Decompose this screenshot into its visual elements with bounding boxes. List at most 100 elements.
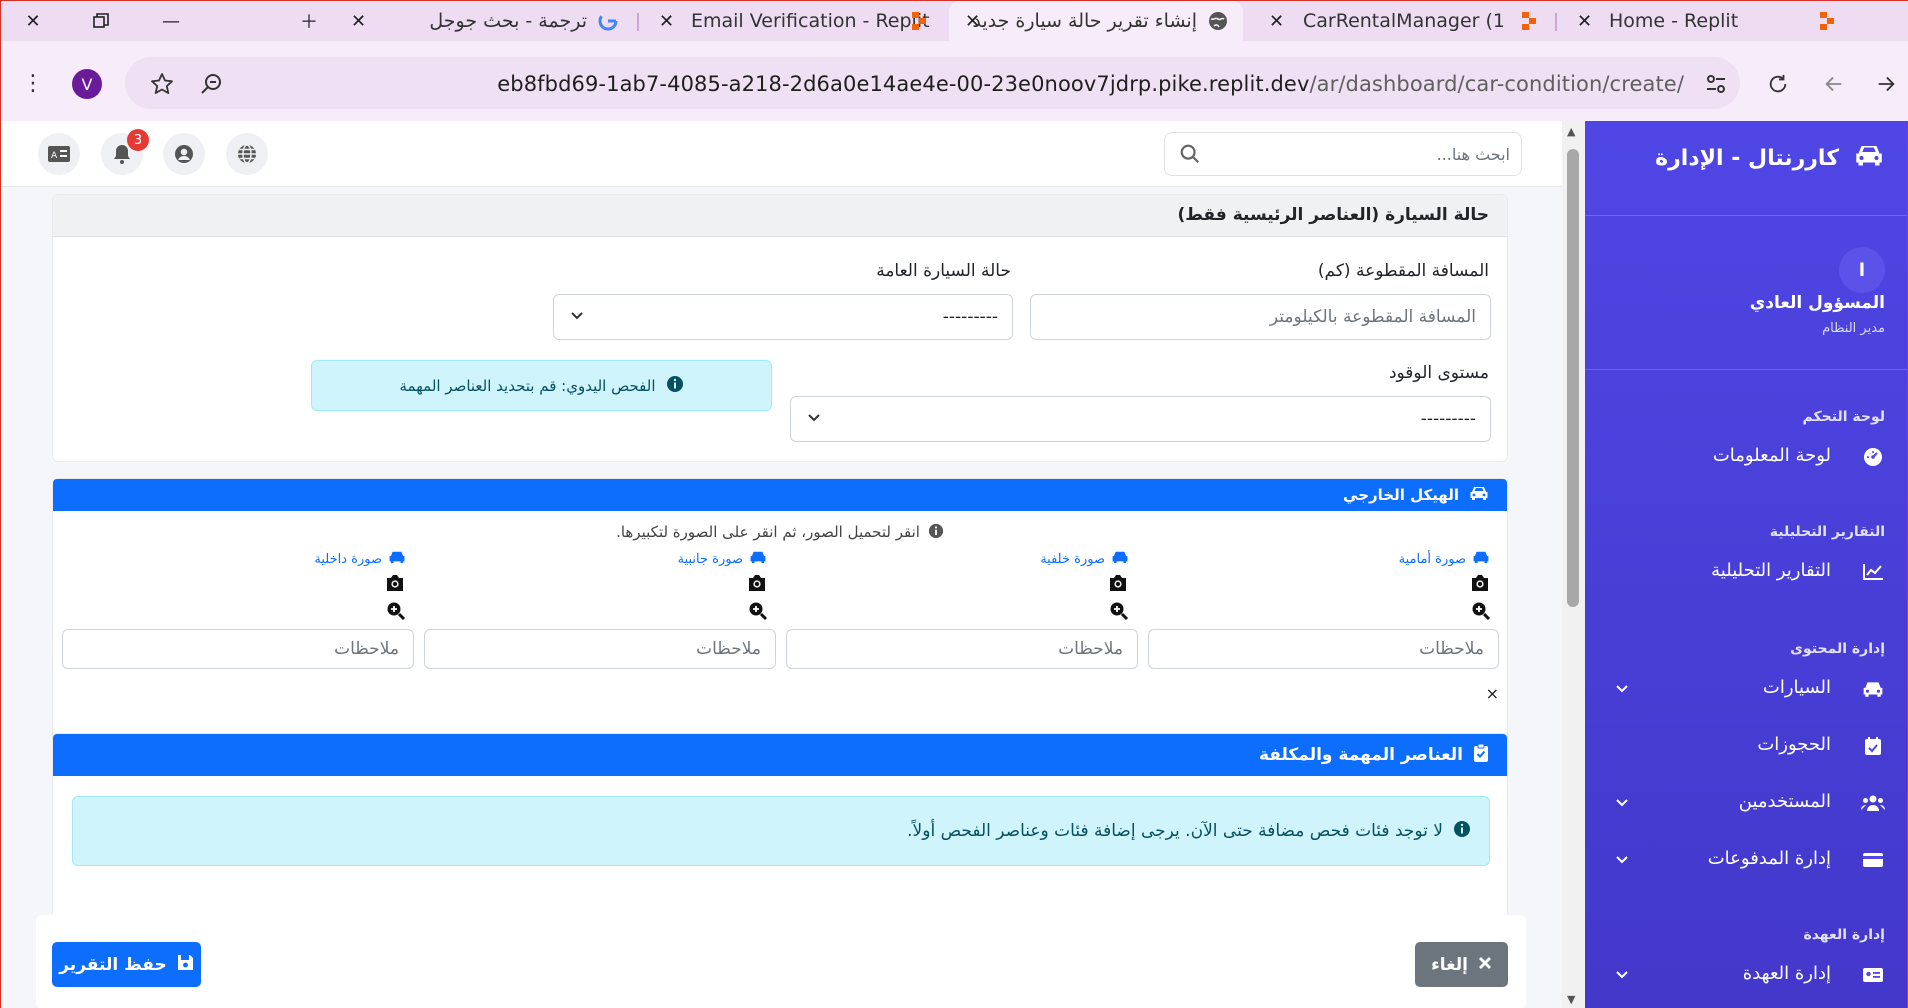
tab-close-icon[interactable]: ✕ xyxy=(659,11,674,32)
scrollbar-thumb[interactable] xyxy=(1567,149,1579,607)
tab-email-verification[interactable]: ✕ Email Verification - Replit xyxy=(641,1,941,41)
calendar-check-icon xyxy=(1861,735,1885,757)
search-icon xyxy=(1179,143,1201,169)
scroll-down-arrow-icon[interactable]: ▼ xyxy=(1567,993,1575,1006)
save-report-button[interactable]: حفظ التقرير xyxy=(52,942,201,987)
close-icon xyxy=(1478,955,1492,975)
close-icon[interactable]: × xyxy=(1486,684,1499,703)
camera-icon[interactable] xyxy=(747,574,767,592)
tab-translate[interactable]: ✕ ترجمة - بحث جوجل xyxy=(333,1,633,41)
condition-card: حالة السيارة (العناصر الرئيسية فقط) المس… xyxy=(52,194,1508,462)
sidebar-item-dashboard[interactable]: لوحة المعلومات xyxy=(1585,435,1907,479)
zoom-in-icon[interactable] xyxy=(1471,601,1491,621)
car-icon xyxy=(749,550,767,568)
user-account-button[interactable] xyxy=(163,133,205,175)
forward-arrow-icon[interactable] xyxy=(1871,69,1901,99)
side-notes-input[interactable]: ملاحظات xyxy=(424,629,776,669)
browser-tab-strip: ✕ — ＋ ✕ ترجمة - بحث جوجل ✕ Email Verific… xyxy=(1,1,1908,41)
replit-favicon-icon xyxy=(1817,10,1839,32)
page-scrollbar[interactable]: ▲ ▼ xyxy=(1562,121,1585,1008)
tab-car-rental-manager[interactable]: ✕ CarRentalManager (15) - xyxy=(1251,1,1551,41)
save-icon xyxy=(177,954,194,976)
condition-card-title: حالة السيارة (العناصر الرئيسية فقط) xyxy=(1177,205,1489,225)
sidebar-item-users[interactable]: المستخدمين xyxy=(1585,781,1907,825)
zoom-icon[interactable] xyxy=(197,69,227,99)
camera-icon[interactable] xyxy=(1470,574,1490,592)
window-close-icon[interactable]: ✕ xyxy=(5,1,61,41)
important-items-card: العناصر المهمة والمكلفة لا توجد فئات فحص… xyxy=(52,733,1508,925)
tab-close-icon[interactable]: ✕ xyxy=(1577,11,1592,32)
car-icon xyxy=(1861,678,1885,700)
browser-toolbar: ⋮ V eb8fbd69-1ab7-4085-a218-2d6a0e14ae4e… xyxy=(1,41,1908,121)
globe-favicon-icon xyxy=(1207,10,1229,32)
bookmark-star-icon[interactable] xyxy=(147,69,177,99)
rear-photo-label[interactable]: صورة خلفية xyxy=(1040,550,1129,568)
search-input[interactable] xyxy=(1215,142,1510,166)
notification-count-badge: 3 xyxy=(127,129,149,151)
window-minimize-icon[interactable]: — xyxy=(143,1,199,41)
avatar: ا xyxy=(1839,247,1885,293)
overall-condition-select[interactable]: --------- xyxy=(553,294,1013,340)
sidebar-item-reports[interactable]: التقارير التحليلية xyxy=(1585,550,1907,594)
section-title-content: إدارة المحتوى xyxy=(1790,641,1885,657)
replit-favicon-icon xyxy=(1519,10,1541,32)
sidebar-brand[interactable]: كاررنتال - الإدارة xyxy=(1655,143,1885,173)
browser-menu-icon[interactable]: ⋮ xyxy=(19,69,47,97)
notifications-button[interactable]: 3 xyxy=(101,129,149,175)
interior-photo-label[interactable]: صورة داخلية xyxy=(314,550,406,568)
chart-line-icon xyxy=(1861,561,1885,583)
camera-icon[interactable] xyxy=(1108,574,1128,592)
user-circle-icon xyxy=(175,145,193,163)
tab-close-icon[interactable]: ✕ xyxy=(351,11,366,32)
sidebar: كاررنتال - الإدارة ا المسؤول العادي مدير… xyxy=(1585,121,1907,1008)
car-icon xyxy=(1469,485,1489,505)
no-categories-alert: لا توجد فئات فحص مضافة حتى الآن. يرجى إض… xyxy=(72,796,1490,866)
car-icon xyxy=(388,550,406,568)
rear-notes-input[interactable]: ملاحظات xyxy=(786,629,1138,669)
front-notes-input[interactable]: ملاحظات xyxy=(1148,629,1499,669)
tab-home-replit[interactable]: ✕ Home - Replit xyxy=(1559,1,1859,41)
section-title-custody: إدارة العهدة xyxy=(1803,927,1885,943)
zoom-in-icon[interactable] xyxy=(386,601,406,621)
manual-check-alert: الفحص اليدوي: قم بتحديد العناصر المهمة xyxy=(311,360,772,411)
tab-close-icon[interactable]: ✕ xyxy=(1269,11,1284,32)
profile-card-button[interactable]: A xyxy=(38,133,80,175)
sidebar-item-bookings[interactable]: الحجوزات xyxy=(1585,724,1907,768)
language-button[interactable] xyxy=(226,133,268,175)
camera-icon[interactable] xyxy=(385,574,405,592)
reload-icon[interactable] xyxy=(1763,69,1793,99)
zoom-in-icon[interactable] xyxy=(748,601,768,621)
front-photo-label[interactable]: صورة أمامية xyxy=(1399,550,1490,568)
chevron-down-icon xyxy=(570,307,584,327)
side-photo-label[interactable]: صورة جانبية xyxy=(678,550,767,568)
form-actions-bar: حفظ التقرير إلغاء xyxy=(36,915,1526,1008)
fuel-level-select[interactable]: --------- xyxy=(790,396,1491,442)
important-items-title: العناصر المهمة والمكلفة xyxy=(1258,745,1463,765)
tab-create-car-report[interactable]: ✕ إنشاء تقرير حالة سيارة جديد xyxy=(949,1,1243,41)
zoom-in-icon[interactable] xyxy=(1109,601,1129,621)
overall-condition-label: حالة السيارة العامة xyxy=(876,261,1011,281)
main-content: A 3 حالة السيارة (العناصر الرئيسي xyxy=(1,121,1562,1008)
profile-avatar[interactable]: V xyxy=(72,69,102,99)
id-card-icon xyxy=(1861,964,1885,986)
mileage-input[interactable]: المسافة المقطوعة بالكيلومتر xyxy=(1030,294,1491,340)
info-circle-icon xyxy=(1453,820,1471,843)
scroll-up-arrow-icon[interactable]: ▲ xyxy=(1567,125,1575,138)
back-arrow-icon[interactable] xyxy=(1819,69,1849,99)
cancel-button[interactable]: إلغاء xyxy=(1415,942,1508,987)
user-role: مدير النظام xyxy=(1822,321,1885,336)
photo-hint: انقر لتحميل الصور، ثم انقر على الصورة لت… xyxy=(53,523,1507,543)
sidebar-item-cars[interactable]: السيارات xyxy=(1585,667,1907,711)
new-tab-icon[interactable]: ＋ xyxy=(281,1,337,41)
url-text[interactable]: eb8fbd69-1ab7-4085-a218-2d6a0e14ae4e-00-… xyxy=(497,72,1684,96)
globe-icon xyxy=(238,144,256,164)
sidebar-item-custody[interactable]: إدارة العهدة xyxy=(1585,953,1907,997)
chevron-down-icon xyxy=(1615,966,1629,985)
search-box[interactable] xyxy=(1164,132,1522,176)
car-icon xyxy=(1472,550,1490,568)
site-settings-icon[interactable] xyxy=(1701,69,1731,99)
window-restore-icon[interactable] xyxy=(73,1,129,41)
sidebar-item-payments[interactable]: إدارة المدفوعات xyxy=(1585,838,1907,882)
interior-notes-input[interactable]: ملاحظات xyxy=(62,629,414,669)
car-icon xyxy=(1111,550,1129,568)
